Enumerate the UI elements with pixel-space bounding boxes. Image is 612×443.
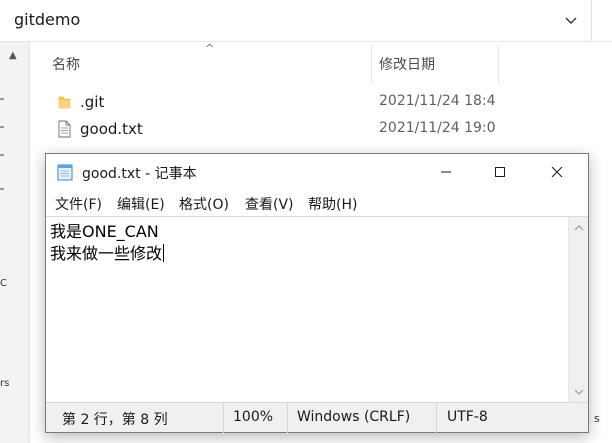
- notepad-title-bar[interactable]: good.txt - 记事本: [46, 154, 588, 190]
- menu-edit[interactable]: 编辑(E): [117, 194, 165, 214]
- explorer-title-bar: gitdemo: [0, 0, 612, 42]
- text-caret: [163, 244, 165, 262]
- status-cell-position: 第 2 行，第 8 列: [46, 403, 224, 433]
- menu-bar: 文件(F) 编辑(E) 格式(O) 查看(V) 帮助(H): [46, 190, 588, 216]
- nav-tick: [0, 154, 4, 156]
- text-line: 我是ONE_CAN: [50, 222, 159, 241]
- column-header-date[interactable]: 修改日期: [379, 54, 435, 74]
- column-divider[interactable]: [371, 46, 372, 84]
- text-line: 我来做一些修改: [50, 244, 165, 263]
- text-editor-area[interactable]: 我是ONE_CAN 我来做一些修改: [46, 216, 568, 402]
- nav-edge-text: C: [0, 278, 7, 289]
- maximize-icon: [495, 167, 505, 177]
- scroll-up-icon[interactable]: [574, 223, 584, 233]
- right-edge-text: s: [594, 412, 600, 425]
- address-bar[interactable]: gitdemo: [0, 0, 592, 42]
- text-file-icon: [58, 120, 71, 138]
- close-icon: [551, 166, 563, 178]
- minimize-icon: [441, 171, 451, 173]
- scroll-down-icon[interactable]: [574, 387, 584, 397]
- maximize-button[interactable]: [477, 154, 523, 190]
- folder-title: gitdemo: [14, 10, 81, 29]
- navigation-pane-scrollbar[interactable]: ▲ C rs: [0, 42, 30, 443]
- close-button[interactable]: [534, 154, 580, 190]
- file-row[interactable]: good.txt 2021/11/24 19:0: [30, 116, 500, 142]
- minimize-button[interactable]: [423, 154, 469, 190]
- file-name: good.txt: [80, 120, 143, 138]
- file-name: .git: [80, 93, 105, 111]
- notepad-app-icon[interactable]: [56, 163, 74, 181]
- status-bar: 第 2 行，第 8 列 100% Windows (CRLF) UTF-8: [46, 402, 588, 433]
- file-date: 2021/11/24 19:0: [379, 120, 496, 136]
- chevron-down-icon[interactable]: [563, 12, 579, 28]
- column-header: ^ 名称 修改日期: [30, 42, 612, 84]
- status-cell-zoom: 100%: [224, 403, 288, 433]
- line-ending: Windows (CRLF): [297, 409, 411, 425]
- status-cell-line-ending: Windows (CRLF): [288, 403, 437, 433]
- status-cell-encoding: UTF-8: [437, 403, 567, 433]
- notepad-window[interactable]: good.txt - 记事本 文件(F) 编辑(E) 格式(O) 查看(V) 帮…: [45, 153, 589, 433]
- explorer-right-edge: s: [592, 42, 612, 443]
- file-row[interactable]: .git 2021/11/24 18:4: [30, 89, 500, 115]
- column-divider[interactable]: [498, 46, 499, 84]
- menu-help[interactable]: 帮助(H): [308, 194, 357, 214]
- encoding: UTF-8: [447, 409, 488, 425]
- sort-ascending-icon: ^: [205, 42, 215, 55]
- nav-tick: [0, 126, 4, 128]
- nav-tick: [0, 188, 4, 190]
- scroll-up-arrow-icon[interactable]: ▲: [9, 50, 17, 61]
- menu-file[interactable]: 文件(F): [55, 194, 102, 214]
- nav-edge-text: rs: [0, 378, 10, 389]
- cursor-position: 第 2 行，第 8 列: [62, 412, 168, 428]
- menu-view[interactable]: 查看(V): [245, 194, 294, 214]
- nav-tick: [0, 98, 4, 100]
- menu-format[interactable]: 格式(O): [179, 194, 229, 214]
- column-header-name[interactable]: 名称: [52, 54, 80, 74]
- file-date: 2021/11/24 18:4: [379, 93, 496, 109]
- folder-icon: [58, 96, 71, 109]
- vertical-scrollbar[interactable]: [568, 216, 588, 402]
- zoom-level: 100%: [233, 409, 274, 425]
- window-title: good.txt - 记事本: [82, 166, 197, 182]
